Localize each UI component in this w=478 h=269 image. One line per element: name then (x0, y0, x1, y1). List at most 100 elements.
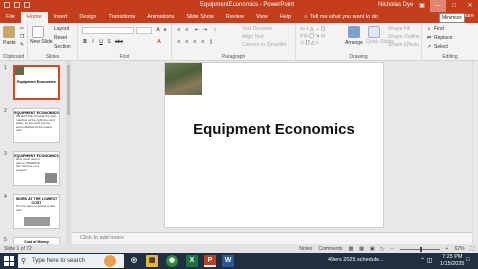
find-button[interactable]: Find (434, 26, 444, 32)
tab-help[interactable]: Help (274, 12, 297, 23)
maximize-button[interactable]: □ (446, 0, 462, 12)
windows-start-icon[interactable] (4, 256, 14, 266)
normal-view-icon[interactable]: ▩ (349, 246, 354, 252)
chrome-icon[interactable]: ◉ (166, 255, 178, 267)
slide-sorter-icon[interactable]: ▦ (359, 246, 364, 252)
news-widget[interactable]: 49ers 2025 schedule... (328, 257, 384, 263)
comments-button[interactable]: Comments (318, 246, 342, 252)
powerpoint-icon[interactable]: P (204, 255, 216, 267)
replace-button[interactable]: Replace (434, 35, 452, 41)
thumbnail-scrollbar[interactable] (66, 61, 71, 244)
slide-scrollbar[interactable] (472, 61, 478, 244)
fit-to-window-icon[interactable]: ⛶ (470, 246, 474, 252)
slide-title[interactable]: Equipment Economics (165, 121, 383, 138)
zoom-level[interactable]: 62% (454, 246, 464, 252)
strikethrough-button[interactable]: abc (114, 39, 124, 45)
word-icon[interactable]: W (222, 255, 234, 267)
equipment-photo[interactable] (165, 63, 202, 95)
italic-button[interactable]: I (90, 39, 96, 45)
redo-icon[interactable] (24, 2, 30, 8)
layout-button[interactable]: Layout (54, 26, 69, 32)
tab-design[interactable]: Design (73, 12, 102, 23)
quick-styles-icon[interactable] (368, 26, 380, 38)
align-right-icon[interactable]: ≡ (192, 39, 198, 45)
underline-button[interactable]: U (98, 39, 104, 45)
shape-fill-button[interactable]: Shape Fill (388, 26, 410, 32)
new-slide-button[interactable]: New Slide (30, 40, 53, 45)
task-view-icon[interactable]: ◎ (128, 255, 140, 267)
user-name[interactable]: Nicholas Dye (378, 2, 413, 8)
slide-thumbnail-1[interactable]: Equipment Economics (13, 65, 60, 100)
increase-indent-icon[interactable]: ⇥ (202, 27, 208, 33)
decrease-indent-icon[interactable]: ⇤ (194, 27, 200, 33)
reset-button[interactable]: Reset (54, 35, 67, 41)
slideshow-icon[interactable]: ▷ (381, 246, 385, 252)
tab-review[interactable]: Review (220, 12, 250, 23)
columns-icon[interactable]: ▯ (208, 39, 214, 45)
taskbar-clock[interactable]: 7:25 PM 1/15/2025 (440, 254, 464, 268)
line-spacing-icon[interactable]: ↕ (212, 27, 218, 33)
tab-animations[interactable]: Animations (141, 12, 180, 23)
cut-icon[interactable]: ✂ (19, 26, 25, 32)
new-slide-icon[interactable] (32, 26, 44, 38)
text-direction-button[interactable]: Text Direction (242, 26, 272, 32)
tab-transitions[interactable]: Transitions (102, 12, 141, 23)
shape-effects-button[interactable]: Shape Effects (388, 42, 419, 48)
font-name-field[interactable] (82, 27, 134, 34)
current-slide[interactable]: Equipment Economics (164, 62, 384, 228)
notes-button[interactable]: Notes (299, 246, 312, 252)
zoom-out-icon[interactable]: − (391, 246, 394, 252)
format-painter-icon[interactable]: ✎ (19, 42, 25, 48)
convert-to-smartart-button[interactable]: Convert to SmartArt (242, 42, 286, 48)
slide-thumbnail-2[interactable]: EQUIPMENT ECONOMICS OBJECTIVE: Provide t… (13, 108, 60, 143)
tab-file[interactable]: File (0, 12, 21, 23)
tell-me-box[interactable]: ☼ Tell me what you want to do (297, 12, 384, 23)
align-left-icon[interactable]: ≡ (176, 39, 182, 45)
shrink-font-icon[interactable]: a (162, 27, 168, 33)
zoom-in-icon[interactable]: + (446, 246, 449, 252)
copy-icon[interactable]: ❐ (19, 34, 25, 40)
tab-home[interactable]: Home (20, 12, 48, 23)
tab-view[interactable]: View (250, 12, 274, 23)
arrange-button[interactable]: Arrange (345, 40, 363, 46)
find-icon[interactable]: ⌕ (426, 26, 432, 32)
bold-button[interactable]: B (82, 39, 88, 45)
shape-outline-button[interactable]: Shape Outline (388, 34, 420, 40)
replace-icon[interactable]: ⇄ (426, 35, 432, 41)
notification-icon[interactable]: □ (466, 257, 470, 263)
font-color-button[interactable]: A (156, 39, 162, 45)
excel-icon[interactable]: X (186, 255, 198, 267)
select-icon[interactable]: ↗ (426, 44, 432, 50)
zoom-slider-thumb[interactable] (419, 246, 422, 252)
tab-insert[interactable]: Insert (48, 12, 74, 23)
reading-view-icon[interactable]: ▣ (370, 246, 375, 252)
undo-icon[interactable] (14, 2, 20, 8)
slide-thumbnail-5[interactable]: Cost of Money (13, 237, 60, 244)
bullets-icon[interactable]: ≡ (176, 27, 182, 33)
shapes-gallery[interactable]: ▭○△→▢ □◇◯↘▭ ☆{}△○ (300, 26, 340, 48)
slide-thumbnail-3[interactable]: EQUIPMENT ECONOMICS How much does it cos… (13, 151, 60, 186)
numbering-icon[interactable]: ≡ (184, 27, 190, 33)
slide-thumbnail-4[interactable]: WORK AT THE LOWEST COST Put the same to … (13, 194, 60, 229)
minimize-button[interactable]: — (430, 0, 446, 12)
save-icon[interactable] (4, 2, 10, 8)
arrange-icon[interactable] (348, 26, 360, 38)
weather-widget-icon[interactable] (104, 255, 116, 267)
shadow-button[interactable]: S (106, 39, 112, 45)
justify-icon[interactable]: ≡ (200, 39, 206, 45)
ribbon-display-options-button[interactable]: ▣ (414, 0, 430, 12)
close-button[interactable]: ✕ (462, 0, 478, 12)
grow-font-icon[interactable]: A (155, 27, 161, 33)
font-size-field[interactable] (136, 27, 152, 34)
align-text-button[interactable]: Align Text (242, 34, 264, 40)
paste-icon[interactable] (3, 26, 15, 38)
section-button[interactable]: Section (54, 44, 71, 50)
align-center-icon[interactable]: ≡ (184, 39, 190, 45)
select-button[interactable]: Select (434, 44, 448, 50)
zoom-slider[interactable] (399, 246, 440, 252)
paste-button[interactable]: Paste (3, 40, 16, 46)
system-tray-icons[interactable]: ⌃ ◫ (420, 257, 432, 264)
tab-slide-show[interactable]: Slide Show (180, 12, 220, 23)
notes-pane[interactable]: Click to add notes (72, 232, 472, 244)
scroll-thumb[interactable] (67, 65, 70, 115)
